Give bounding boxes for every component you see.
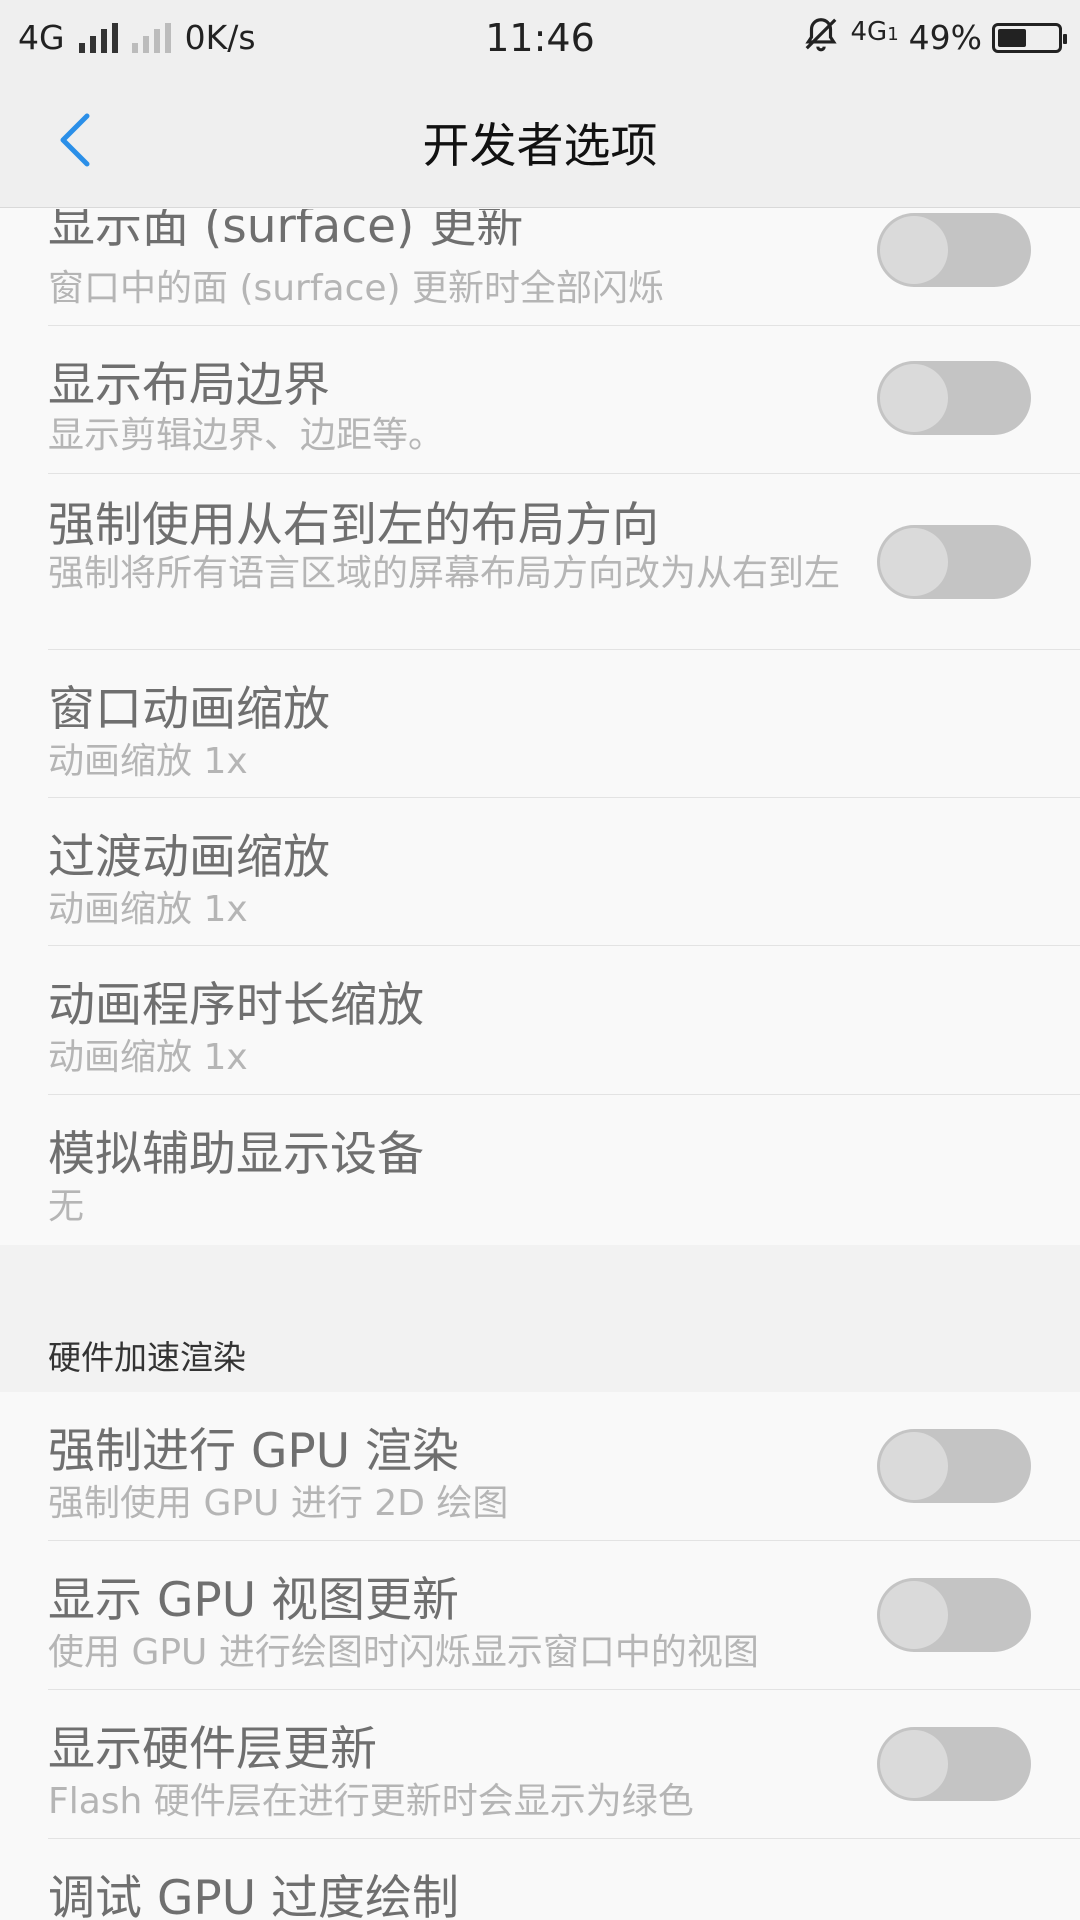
list-item-layout-bounds[interactable]: 显示布局边界 显示剪辑边界、边距等。 (0, 326, 1080, 474)
item-title: 动画程序时长缩放 (48, 978, 424, 1033)
signal-icon (78, 22, 118, 53)
item-summary: 无 (48, 1186, 85, 1227)
item-summary: 动画缩放 1x (48, 741, 248, 782)
list-item-rtl-layout[interactable]: 强制使用从右到左的布局方向 强制将所有语言区域的屏幕布局方向改为从右到左 (0, 474, 1080, 650)
status-bar: 4G 0K/s 11:46 4G1 49% (0, 0, 1080, 75)
toggle-switch[interactable] (877, 361, 1031, 435)
toggle-knob (880, 528, 948, 596)
item-title: 过渡动画缩放 (48, 830, 330, 885)
network-type: 4G (18, 18, 65, 57)
item-title: 显示硬件层更新 (48, 1722, 377, 1777)
toggle-knob (880, 364, 948, 432)
chevron-left-icon (60, 113, 90, 167)
list-item-transition-animation-scale[interactable]: 过渡动画缩放 动画缩放 1x (0, 798, 1080, 946)
network-speed: 0K/s (184, 18, 256, 57)
section-gap: 硬件加速渲染 (0, 1245, 1080, 1392)
network-type-2: 4G1 (850, 16, 899, 47)
list-item-debug-gpu-overdraw[interactable]: 调试 GPU 过度绘制 (0, 1839, 1080, 1920)
item-title: 强制进行 GPU 渲染 (48, 1424, 460, 1479)
toggle-knob (880, 1432, 948, 1500)
back-button[interactable] (40, 105, 110, 175)
settings-list[interactable]: 显示面 (surface) 更新 窗口中的面 (surface) 更新时全部闪烁… (0, 209, 1080, 1920)
toggle-knob (880, 216, 948, 284)
item-summary: 显示剪辑边界、边距等。 (48, 415, 445, 456)
item-summary: 动画缩放 1x (48, 889, 248, 930)
battery-icon (992, 22, 1067, 53)
toggle-switch[interactable] (877, 525, 1031, 599)
status-left: 4G 0K/s (18, 18, 256, 57)
signal-secondary-icon (131, 22, 171, 53)
item-title: 模拟辅助显示设备 (48, 1127, 424, 1182)
list-item-gpu-view-updates[interactable]: 显示 GPU 视图更新 使用 GPU 进行绘图时闪烁显示窗口中的视图 (0, 1541, 1080, 1690)
section-header-hardware-rendering: 硬件加速渲染 (48, 1338, 246, 1377)
toggle-knob (880, 1730, 948, 1798)
item-title: 显示 GPU 视图更新 (48, 1573, 460, 1628)
item-title: 显示布局边界 (48, 358, 330, 413)
item-summary: 动画缩放 1x (48, 1037, 248, 1078)
list-item-force-gpu-rendering[interactable]: 强制进行 GPU 渲染 强制使用 GPU 进行 2D 绘图 (0, 1392, 1080, 1541)
item-summary: 窗口中的面 (surface) 更新时全部闪烁 (48, 268, 665, 309)
page-title: 开发者选项 (422, 118, 658, 174)
status-right: 4G1 49% (802, 15, 1067, 61)
item-title: 强制使用从右到左的布局方向 (48, 498, 659, 553)
item-title: 显示面 (surface) 更新 (48, 209, 524, 254)
battery-percent: 49% (908, 18, 982, 57)
toggle-switch[interactable] (877, 213, 1031, 287)
bell-off-icon (802, 15, 840, 61)
item-summary: 强制将所有语言区域的屏幕布局方向改为从右到左 (48, 553, 841, 594)
item-summary: Flash 硬件层在进行更新时会显示为绿色 (48, 1781, 694, 1822)
toggle-knob (880, 1581, 948, 1649)
item-title: 窗口动画缩放 (48, 682, 330, 737)
list-item-simulate-secondary-display[interactable]: 模拟辅助显示设备 无 (0, 1095, 1080, 1245)
item-title: 调试 GPU 过度绘制 (48, 1871, 460, 1920)
list-item-animator-duration-scale[interactable]: 动画程序时长缩放 动画缩放 1x (0, 946, 1080, 1095)
list-item-hardware-layer-updates[interactable]: 显示硬件层更新 Flash 硬件层在进行更新时会显示为绿色 (0, 1690, 1080, 1839)
list-item-window-animation-scale[interactable]: 窗口动画缩放 动画缩放 1x (0, 650, 1080, 798)
item-summary: 强制使用 GPU 进行 2D 绘图 (48, 1483, 509, 1524)
item-summary: 使用 GPU 进行绘图时闪烁显示窗口中的视图 (48, 1632, 759, 1673)
toggle-switch[interactable] (877, 1727, 1031, 1801)
title-bar: 开发者选项 (0, 75, 1080, 208)
toggle-switch[interactable] (877, 1429, 1031, 1503)
list-item-surface-updates[interactable]: 显示面 (surface) 更新 窗口中的面 (surface) 更新时全部闪烁 (0, 209, 1080, 326)
toggle-switch[interactable] (877, 1578, 1031, 1652)
